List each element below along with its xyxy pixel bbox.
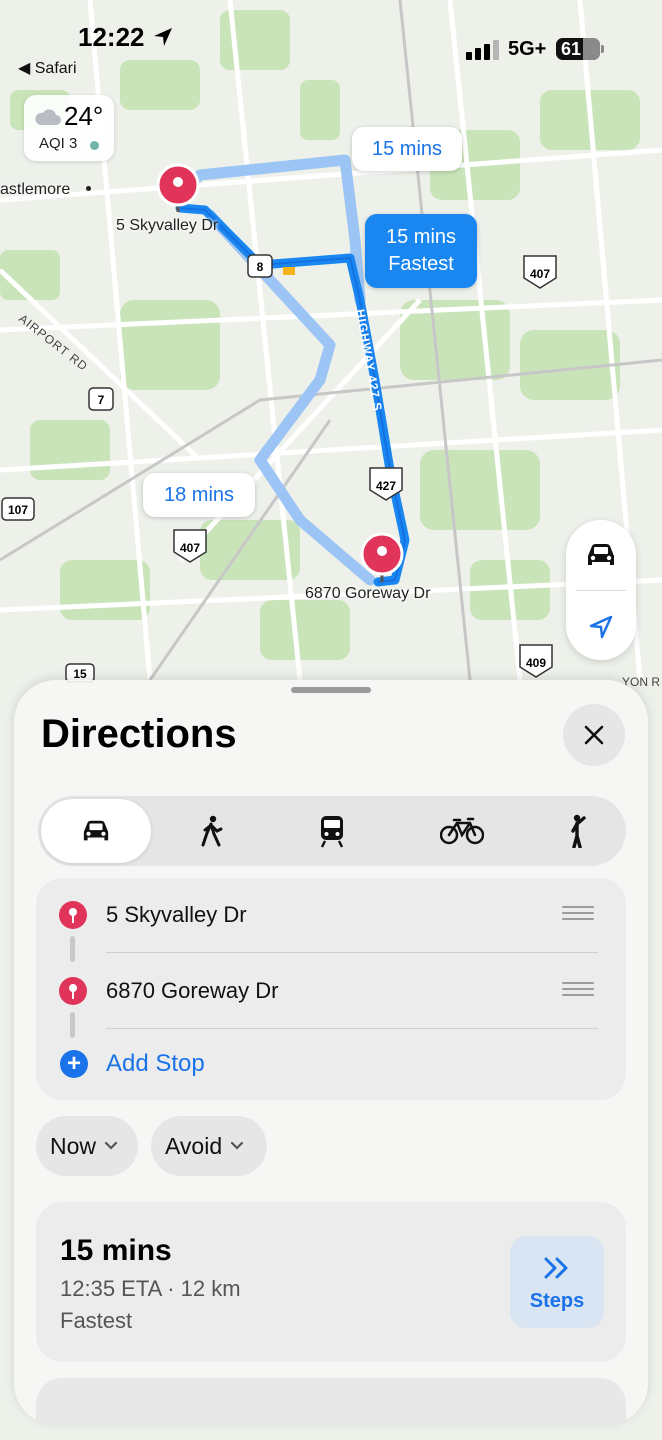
route-bubble[interactable]: 15 mins [352, 127, 462, 171]
mode-cycle-tab[interactable] [412, 799, 512, 863]
route-duration: 15 mins [60, 1234, 172, 1267]
chevron-down-icon [231, 1141, 244, 1150]
mode-transit-tab[interactable] [282, 799, 382, 863]
stop-row-origin[interactable]: 5 Skyvalley Dr [36, 878, 626, 952]
svg-text:7: 7 [98, 393, 105, 407]
network-type: 5G+ [508, 38, 547, 60]
svg-text:407: 407 [530, 267, 550, 281]
route-option-card-partial[interactable] [36, 1378, 626, 1425]
add-stop-button[interactable]: Add Stop [106, 1050, 205, 1078]
depart-time-label: Now [50, 1132, 97, 1159]
battery-level: 61 [560, 39, 582, 59]
route-bubble[interactable]: 18 mins [143, 473, 255, 517]
avoid-label: Avoid [165, 1132, 223, 1159]
car-icon [83, 820, 109, 841]
stop-row-destination[interactable]: 6870 Goreway Dr [36, 954, 626, 1028]
route-stops-card: 5 Skyvalley Dr 6870 Goreway Dr + Add Sto… [36, 878, 626, 1100]
stop-name: 6870 Goreway Dr [106, 978, 279, 1003]
stop-name: 5 Skyvalley Dr [106, 902, 247, 927]
person-hailing-icon [571, 814, 586, 848]
svg-text:107: 107 [8, 503, 28, 517]
stop-connector [70, 1012, 75, 1038]
mode-walk-tab[interactable] [162, 799, 262, 863]
status-bar: 12:22 ◀ Safari 5G+ 61 [0, 0, 662, 90]
cellular-signal-icon [466, 40, 499, 60]
destination-map-label: 6870 Goreway Dr [305, 585, 431, 602]
route-bubble-tag: Fastest [388, 253, 454, 275]
route-shield: 107 [1, 497, 35, 521]
train-icon [320, 816, 344, 848]
sheet-title: Directions [41, 712, 237, 756]
map-controls [566, 520, 636, 660]
red-pin-icon [59, 901, 87, 929]
location-arrow-icon [154, 28, 172, 46]
bicycle-icon [440, 817, 484, 845]
air-quality-index: AQI 3 [39, 135, 78, 152]
origin-map-label: 5 Skyvalley Dr [116, 217, 219, 234]
place-label: astlemore [0, 181, 71, 198]
aqi-indicator-dot [90, 141, 99, 150]
mode-drive-tab[interactable] [41, 799, 151, 863]
route-bubble-fastest[interactable]: 15 mins Fastest [365, 214, 477, 288]
route-bubble-time: 15 mins [385, 226, 457, 248]
divider [106, 952, 598, 953]
directions-sheet: Directions 5 Skyvalley Dr 6870 Goreway D… [14, 680, 648, 1425]
add-stop-plus-icon[interactable]: + [60, 1050, 88, 1078]
route-bubble-time: 15 mins [371, 138, 443, 160]
svg-text:409: 409 [526, 656, 546, 670]
red-pin-icon [59, 977, 87, 1005]
reorder-handle-icon[interactable] [562, 906, 594, 922]
reorder-handle-icon[interactable] [562, 982, 594, 998]
steps-label: Steps [529, 1290, 585, 1312]
current-location-icon[interactable] [588, 614, 614, 640]
back-to-safari-link[interactable]: ◀ Safari [18, 58, 77, 78]
driving-mode-car-icon[interactable] [584, 540, 618, 570]
depart-time-dropdown[interactable]: Now [36, 1116, 138, 1176]
walking-icon [201, 815, 223, 847]
route-eta-distance: 12:35 ETA · 12 km [60, 1276, 241, 1301]
chevron-down-icon [104, 1141, 118, 1150]
sheet-grabber[interactable] [291, 687, 371, 693]
route-option-card[interactable]: 15 mins 12:35 ETA · 12 km Fastest Steps [36, 1202, 626, 1362]
clock: 12:22 [78, 22, 145, 52]
mode-rideshare-tab[interactable] [538, 799, 618, 863]
double-chevron-right-icon [544, 1257, 568, 1279]
route-shield: 7 [88, 387, 114, 411]
svg-text:15: 15 [73, 667, 87, 681]
cloud-icon [35, 109, 61, 125]
weather-widget[interactable]: 24° AQI 3 [24, 95, 114, 161]
avoid-dropdown[interactable]: Avoid [151, 1116, 267, 1176]
place-dot [86, 186, 91, 191]
route-bubble-time: 18 mins [163, 484, 235, 506]
transport-mode-selector [38, 796, 626, 866]
route-tag: Fastest [60, 1308, 133, 1333]
svg-text:427: 427 [376, 479, 396, 493]
battery-icon: 61 [556, 38, 604, 60]
close-icon [584, 725, 604, 745]
svg-text:407: 407 [180, 541, 200, 555]
svg-text:8: 8 [257, 260, 264, 274]
route-shield: 8 [247, 254, 273, 278]
temperature: 24° [64, 101, 104, 131]
divider [106, 1028, 598, 1029]
close-button[interactable] [563, 704, 625, 766]
steps-button[interactable]: Steps [510, 1236, 604, 1328]
